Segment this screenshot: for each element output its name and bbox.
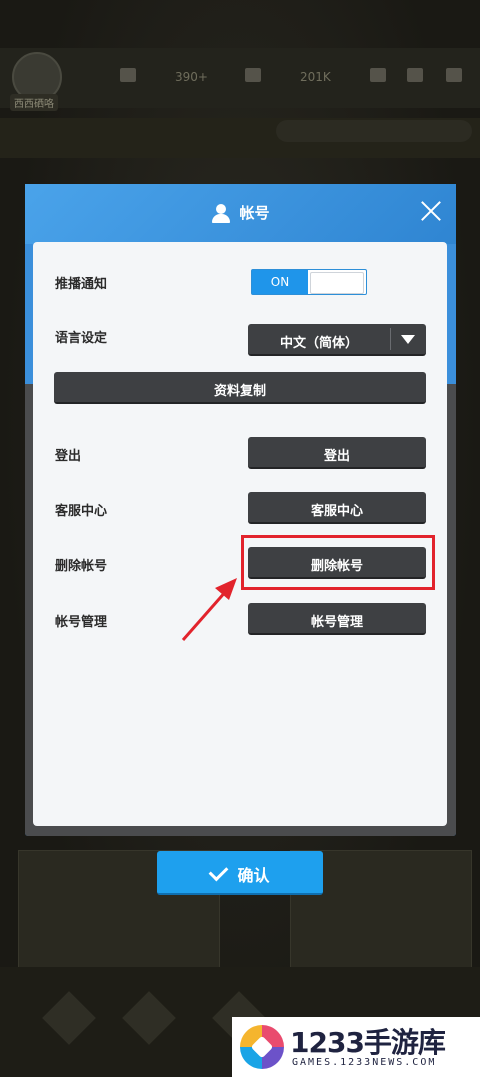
watermark: 1233手游库 GAMES.1233NEWS.COM bbox=[232, 1017, 480, 1077]
user-icon bbox=[211, 203, 231, 224]
pointer-arrow-icon bbox=[181, 578, 237, 641]
manage-account-label: 帐号管理 bbox=[55, 615, 108, 630]
currency-icon bbox=[120, 68, 136, 82]
toggle-knob bbox=[310, 272, 364, 294]
player-name-tag: 西西硒咯 bbox=[10, 94, 58, 111]
dialog-title-text: 帐号 bbox=[239, 204, 270, 222]
language-select[interactable]: 中文（简体） bbox=[248, 324, 426, 356]
delete-account-label: 删除帐号 bbox=[55, 559, 108, 574]
select-divider bbox=[390, 328, 391, 350]
chevron-down-icon bbox=[401, 335, 415, 344]
language-label: 语言设定 bbox=[55, 331, 108, 346]
close-icon[interactable] bbox=[418, 198, 444, 224]
push-toggle[interactable]: ON bbox=[251, 269, 367, 295]
gem-value: 201K bbox=[300, 70, 331, 84]
watermark-main: 1233手游库 bbox=[290, 1026, 446, 1059]
watermark-logo bbox=[240, 1025, 284, 1069]
support-button[interactable]: 客服中心 bbox=[248, 492, 426, 524]
dialog-title: 帐号 bbox=[25, 202, 456, 224]
logout-label: 登出 bbox=[55, 449, 82, 464]
announcement-pill bbox=[276, 120, 472, 142]
account-dialog: 帐号 推播通知 ON 语言设定 中文（简体） 资料复制 登出 登出 客服中心 客… bbox=[25, 184, 456, 836]
menu-icon bbox=[446, 68, 462, 82]
toggle-on-state: ON bbox=[252, 270, 308, 294]
gem-icon bbox=[245, 68, 261, 82]
watermark-sub: GAMES.1233NEWS.COM bbox=[292, 1057, 437, 1068]
confirm-button-label: 确认 bbox=[237, 866, 270, 885]
logout-button[interactable]: 登出 bbox=[248, 437, 426, 469]
language-value: 中文（简体） bbox=[279, 336, 358, 351]
bell-icon bbox=[370, 68, 386, 82]
support-label: 客服中心 bbox=[55, 504, 108, 519]
confirm-button[interactable]: 确认 bbox=[157, 851, 323, 895]
currency-value: 390+ bbox=[175, 70, 208, 84]
settings-panel: 推播通知 ON 语言设定 中文（简体） 资料复制 登出 登出 客服中心 客服中心… bbox=[33, 242, 447, 826]
push-label: 推播通知 bbox=[55, 277, 108, 292]
copy-data-button[interactable]: 资料复制 bbox=[54, 372, 426, 404]
check-icon bbox=[209, 861, 229, 882]
mail-icon bbox=[407, 68, 423, 82]
